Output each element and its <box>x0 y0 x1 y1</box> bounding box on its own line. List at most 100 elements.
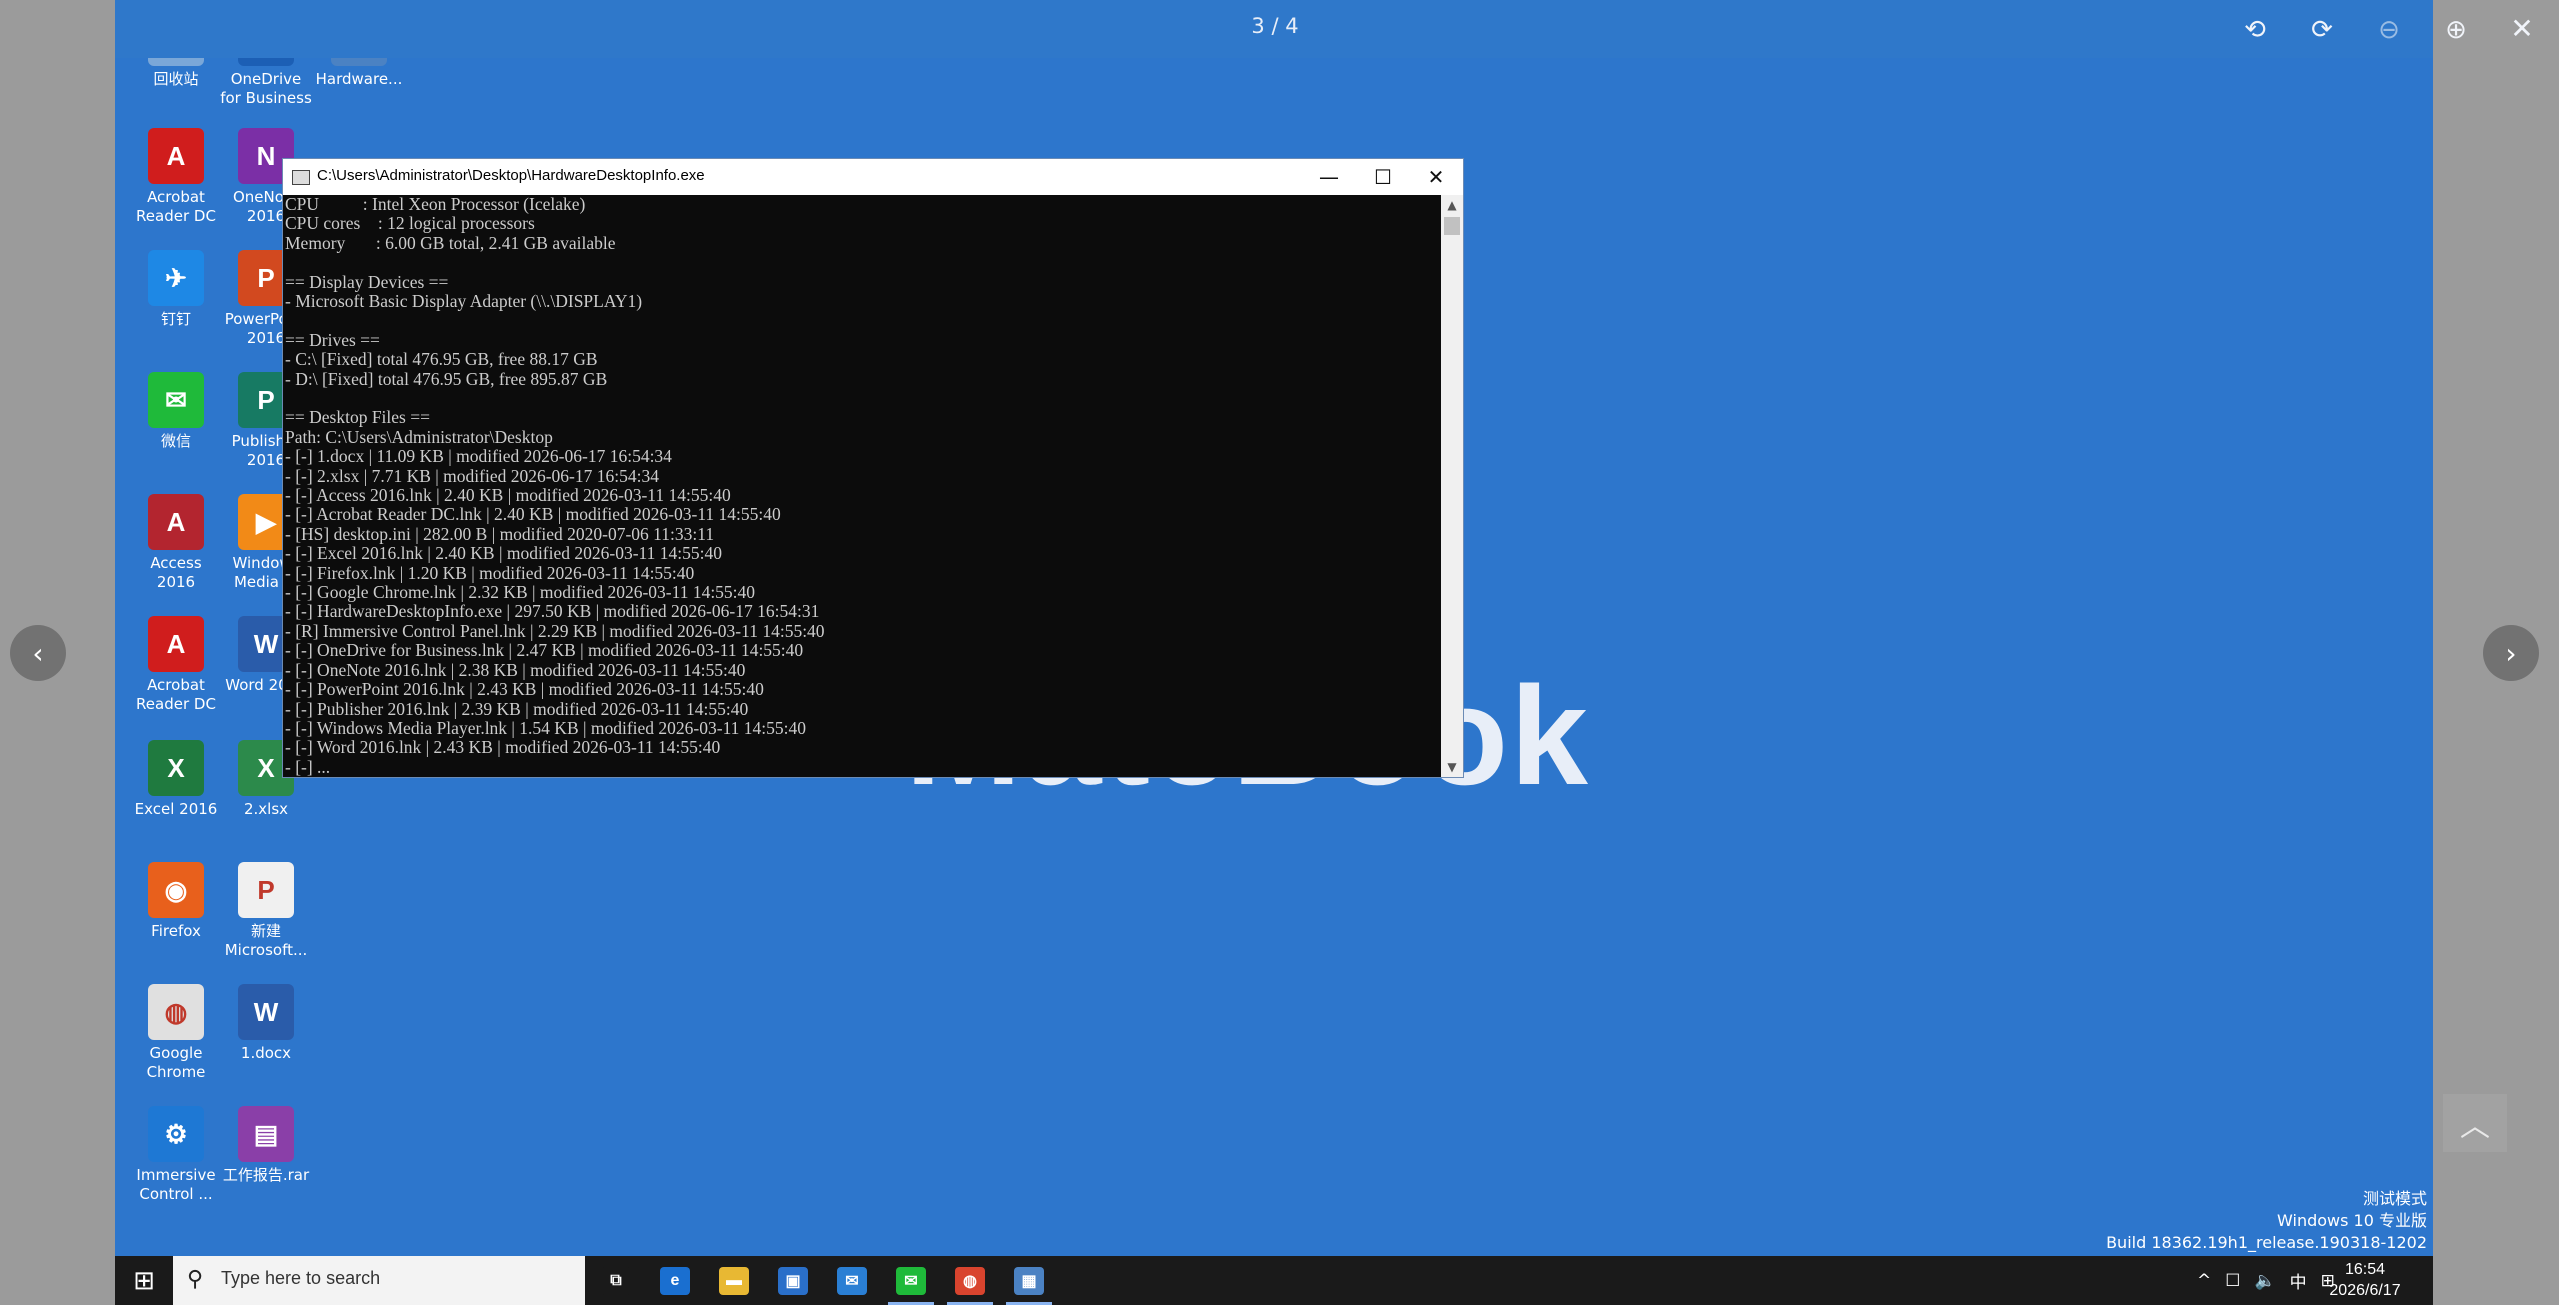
console-line: == Desktop Files == <box>285 407 430 428</box>
desktop-icon-label: Google Chrome <box>146 1044 206 1081</box>
app-icon: ◉ <box>148 862 204 918</box>
taskbar-task-view-button[interactable]: ⧉ <box>587 1256 645 1305</box>
app-icon: A <box>148 616 204 672</box>
desktop-icon[interactable]: X Excel 2016 <box>130 740 222 819</box>
show-hidden-icons-icon[interactable]: ^ <box>2197 1271 2211 1291</box>
taskbar-chrome-button[interactable]: ◍ <box>941 1256 999 1305</box>
console-window[interactable]: C:\Users\Administrator\Desktop\HardwareD… <box>282 158 1464 778</box>
hardware-info-icon: ▦ <box>1014 1266 1044 1295</box>
zoom-in-icon: ⊕ <box>2445 15 2467 45</box>
network-icon[interactable]: ☐ <box>2225 1271 2240 1291</box>
console-output[interactable]: CPU : Intel Xeon Processor (Icelake) CPU … <box>283 195 1441 777</box>
console-line: - [HS] desktop.ini | 282.00 B | modified… <box>285 523 715 544</box>
console-text: CPU : Intel Xeon Processor (Icelake) CPU … <box>283 195 1441 777</box>
scroll-up-arrow-icon[interactable]: ▲ <box>1441 195 1463 215</box>
start-button[interactable]: ⊞ <box>115 1256 173 1305</box>
taskbar-search-box[interactable]: ⚲ Type here to search <box>173 1256 585 1305</box>
console-line: - [-] Excel 2016.lnk | 2.40 KB | modifie… <box>285 543 722 564</box>
desktop-icon-label: Acrobat Reader DC <box>136 676 216 713</box>
taskbar-file-explorer-button[interactable]: ▬ <box>705 1256 763 1305</box>
task-view-icon: ⧉ <box>601 1266 631 1295</box>
taskbar: ⊞ ⚲ Type here to search ⧉ e ▬ ▣ ✉ ✉ ◍ ▦ ^ ☐ 🔈 中 ⊞ 1… <box>115 1256 2433 1305</box>
viewer-close-button[interactable]: ✕ <box>2502 8 2542 48</box>
console-line: - [-] PowerPoint 2016.lnk | 2.43 KB | mo… <box>285 679 764 700</box>
app-icon: ✉ <box>148 372 204 428</box>
console-titlebar[interactable]: C:\Users\Administrator\Desktop\HardwareD… <box>283 159 1463 195</box>
rotate-right-icon: ⟳ <box>2311 15 2333 45</box>
console-line: - [-] Word 2016.lnk | 2.43 KB | modified… <box>285 737 721 758</box>
desktop-icon-label: Access 2016 <box>150 554 202 591</box>
taskbar-wechat-button[interactable]: ✉ <box>882 1256 940 1305</box>
console-line: - C:\ [Fixed] total 476.95 GB, free 88.1… <box>285 349 598 370</box>
console-line: - [-] Google Chrome.lnk | 2.32 KB | modi… <box>285 582 756 603</box>
desktop-icon[interactable]: W 1.docx <box>220 984 312 1063</box>
console-app-icon <box>292 170 310 185</box>
clock-time: 16:54 <box>2344 1261 2386 1278</box>
console-line: CPU : Intel Xeon Processor (Icelake) <box>285 195 586 214</box>
edge-icon: e <box>660 1266 690 1295</box>
windows-watermark: 测试模式 Windows 10 专业版 Build 18362.19h1_rel… <box>2106 1188 2427 1254</box>
rotate-left-button[interactable]: ⟲ <box>2235 10 2275 50</box>
taskbar-mail-button[interactable]: ✉ <box>823 1256 881 1305</box>
next-image-button[interactable]: › <box>2483 625 2539 681</box>
desktop-icon[interactable]: A Acrobat Reader DC <box>130 128 222 226</box>
volume-icon[interactable]: 🔈 <box>2255 1271 2276 1291</box>
app-icon: X <box>148 740 204 796</box>
zoom-out-button[interactable]: ⊖ <box>2369 10 2409 50</box>
maximize-button[interactable]: ☐ <box>1356 159 1410 195</box>
desktop-icon[interactable]: ✉ 微信 <box>130 372 222 451</box>
taskbar-hardware-info-button[interactable]: ▦ <box>1000 1256 1058 1305</box>
console-line: - [-] Windows Media Player.lnk | 1.54 KB… <box>285 717 807 738</box>
minimize-button[interactable]: — <box>1302 159 1356 195</box>
console-line: - [-] OneNote 2016.lnk | 2.38 KB | modif… <box>285 659 746 680</box>
search-icon: ⚲ <box>187 1267 204 1292</box>
console-line: == Display Devices == <box>285 271 449 292</box>
scroll-thumb[interactable] <box>1444 217 1460 235</box>
close-icon: ✕ <box>2510 11 2534 45</box>
desktop-icon[interactable]: ⚙ Immersive Control ... <box>130 1106 222 1204</box>
desktop-icon-label: 1.docx <box>240 1044 292 1062</box>
desktop-icon-label: OneDrive for Business <box>220 70 312 107</box>
app-icon: ▤ <box>238 1106 294 1162</box>
console-line: Path: C:\Users\Administrator\Desktop <box>285 426 553 447</box>
zoom-in-button[interactable]: ⊕ <box>2436 10 2476 50</box>
desktop-icon[interactable]: A Acrobat Reader DC <box>130 616 222 714</box>
scroll-to-top-button[interactable]: ︿ <box>2443 1094 2507 1152</box>
desktop-icon[interactable]: ◉ Firefox <box>130 862 222 941</box>
watermark-edition: Windows 10 专业版 <box>2277 1211 2427 1230</box>
desktop-icon[interactable]: ◍ Google Chrome <box>130 984 222 1082</box>
wechat-icon: ✉ <box>896 1266 926 1295</box>
console-line: - [-] HardwareDesktopInfo.exe | 297.50 K… <box>285 601 820 622</box>
watermark-build: Build 18362.19h1_release.190318-1202 <box>2106 1233 2427 1252</box>
taskbar-store-button[interactable]: ▣ <box>764 1256 822 1305</box>
console-line: - [R] Immersive Control Panel.lnk | 2.29… <box>285 620 825 641</box>
console-scrollbar[interactable]: ▲ ▼ <box>1441 195 1463 777</box>
chevron-up-icon: ︿ <box>2460 1109 2490 1144</box>
zoom-out-icon: ⊖ <box>2378 15 2400 45</box>
desktop-icon[interactable]: P 新建 Microsoft... <box>220 862 312 960</box>
console-line: - D:\ [Fixed] total 476.95 GB, free 895.… <box>285 368 608 389</box>
console-title: C:\Users\Administrator\Desktop\HardwareD… <box>317 167 705 184</box>
input-method-icon[interactable]: 中 <box>2290 1268 2307 1293</box>
desktop-icon[interactable]: ▤ 工作报告.rar <box>220 1106 312 1185</box>
console-line: - [-] ... <box>285 756 331 777</box>
rotate-right-button[interactable]: ⟳ <box>2302 10 2342 50</box>
watermark-test-mode: 测试模式 <box>2362 1189 2427 1208</box>
console-line: == Drives == <box>285 329 380 350</box>
viewer-toolbar: 3 / 4 ⟲ ⟳ ⊖ ⊕ <box>115 0 2467 58</box>
taskbar-clock[interactable]: 16:54 2026/6/17 <box>2320 1259 2410 1301</box>
console-line: CPU cores : 12 logical processors <box>285 213 535 234</box>
console-line: - [-] Publisher 2016.lnk | 2.39 KB | mod… <box>285 698 749 719</box>
prev-image-button[interactable]: ‹ <box>10 625 66 681</box>
console-line: - [-] Acrobat Reader DC.lnk | 2.40 KB | … <box>285 504 781 525</box>
close-button[interactable]: ✕ <box>1409 159 1463 195</box>
console-line: Memory : 6.00 GB total, 2.41 GB availabl… <box>285 232 616 253</box>
desktop-icon[interactable]: ✈ 钉钉 <box>130 250 222 329</box>
console-line: - [-] 2.xlsx | 7.71 KB | modified 2026-0… <box>285 465 659 486</box>
console-line: - [-] Firefox.lnk | 1.20 KB | modified 2… <box>285 562 695 583</box>
scroll-down-arrow-icon[interactable]: ▼ <box>1441 757 1463 777</box>
desktop-icon[interactable]: A Access 2016 <box>130 494 222 592</box>
taskbar-edge-button[interactable]: e <box>646 1256 704 1305</box>
console-line: - Microsoft Basic Display Adapter (\\.\D… <box>285 291 643 312</box>
